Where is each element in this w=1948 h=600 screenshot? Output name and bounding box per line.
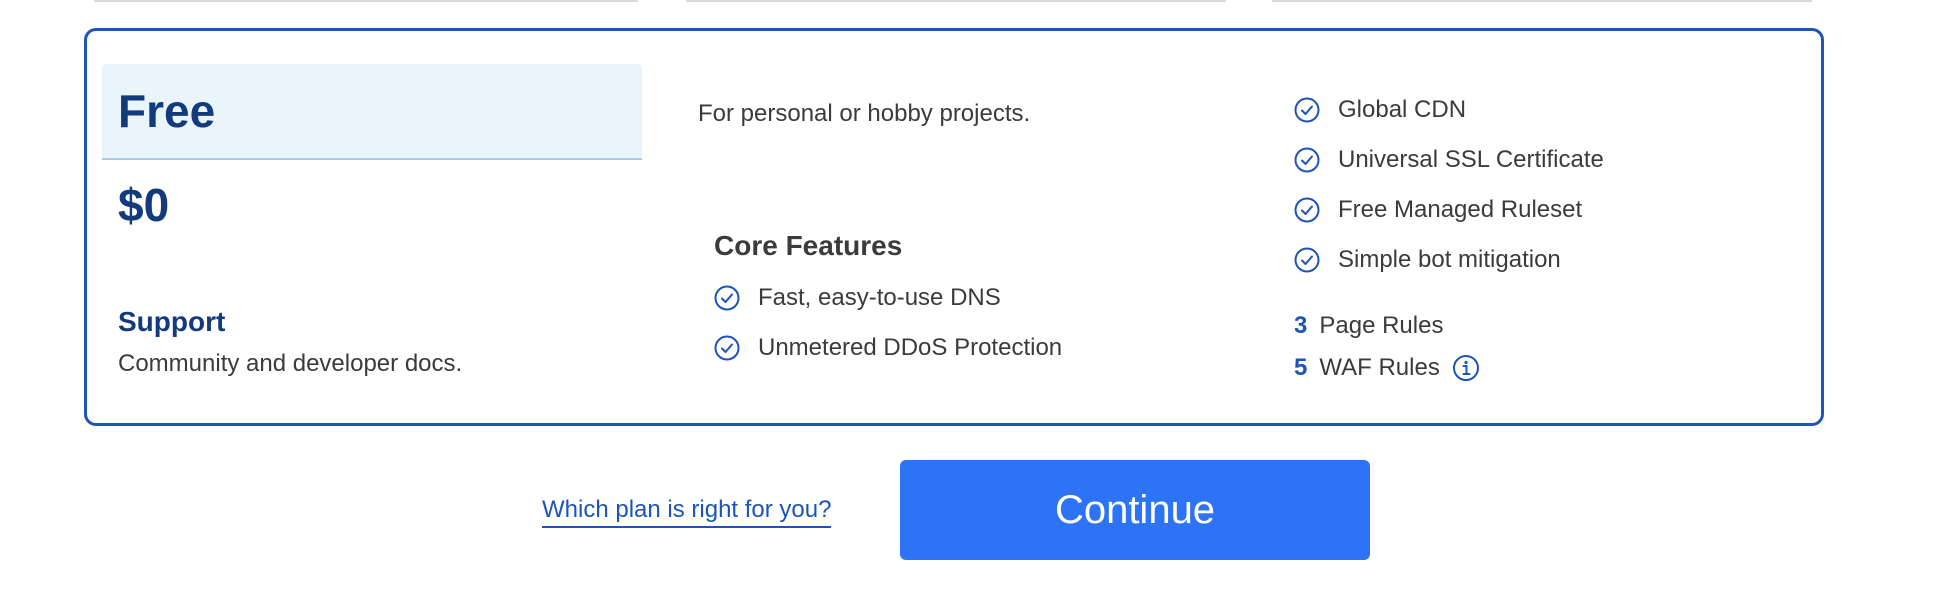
previous-card-edge [686, 0, 1226, 2]
extra-feature-label: Free Managed Ruleset [1338, 196, 1583, 223]
extra-feature-label: Universal SSL Certificate [1338, 146, 1604, 173]
waf-rules-item: 5 WAF Rules [1294, 354, 1480, 382]
plan-price: $0 [118, 179, 170, 231]
extra-feature-label: Global CDN [1338, 96, 1467, 123]
page-rules-count: 3 [1294, 312, 1308, 339]
extra-feature-item: Global CDN [1294, 96, 1466, 124]
extra-feature-item: Simple bot mitigation [1294, 246, 1561, 274]
page-rules-label: Page Rules [1319, 312, 1444, 339]
which-plan-link[interactable]: Which plan is right for you? [542, 496, 832, 528]
check-circle-icon [1294, 247, 1320, 273]
core-features-title: Core Features [714, 230, 903, 261]
core-feature-label: Fast, easy-to-use DNS [758, 284, 1001, 311]
info-icon[interactable] [1452, 354, 1480, 382]
check-circle-icon [1294, 97, 1320, 123]
support-title: Support [118, 306, 226, 337]
extra-feature-label: Simple bot mitigation [1338, 246, 1561, 273]
plan-description: For personal or hobby projects. [698, 100, 1031, 127]
page-rules-item: 3 Page Rules [1294, 312, 1443, 340]
extra-feature-item: Free Managed Ruleset [1294, 196, 1582, 224]
waf-rules-count: 5 [1294, 354, 1308, 381]
previous-card-edge [1272, 0, 1812, 2]
core-feature-label: Unmetered DDoS Protection [758, 334, 1063, 361]
check-circle-icon [714, 335, 740, 361]
plan-selection-page: Free $0 Support Community and developer … [0, 0, 1948, 600]
previous-card-edge [94, 0, 638, 2]
plan-name: Free [118, 85, 216, 137]
waf-rules-label: WAF Rules [1319, 354, 1440, 381]
core-feature-item: Unmetered DDoS Protection [714, 334, 1062, 362]
support-text: Community and developer docs. [118, 350, 463, 377]
extra-feature-item: Universal SSL Certificate [1294, 146, 1604, 174]
continue-button[interactable]: Continue [900, 460, 1370, 560]
check-circle-icon [714, 285, 740, 311]
check-circle-icon [1294, 197, 1320, 223]
core-feature-item: Fast, easy-to-use DNS [714, 284, 1001, 312]
check-circle-icon [1294, 147, 1320, 173]
